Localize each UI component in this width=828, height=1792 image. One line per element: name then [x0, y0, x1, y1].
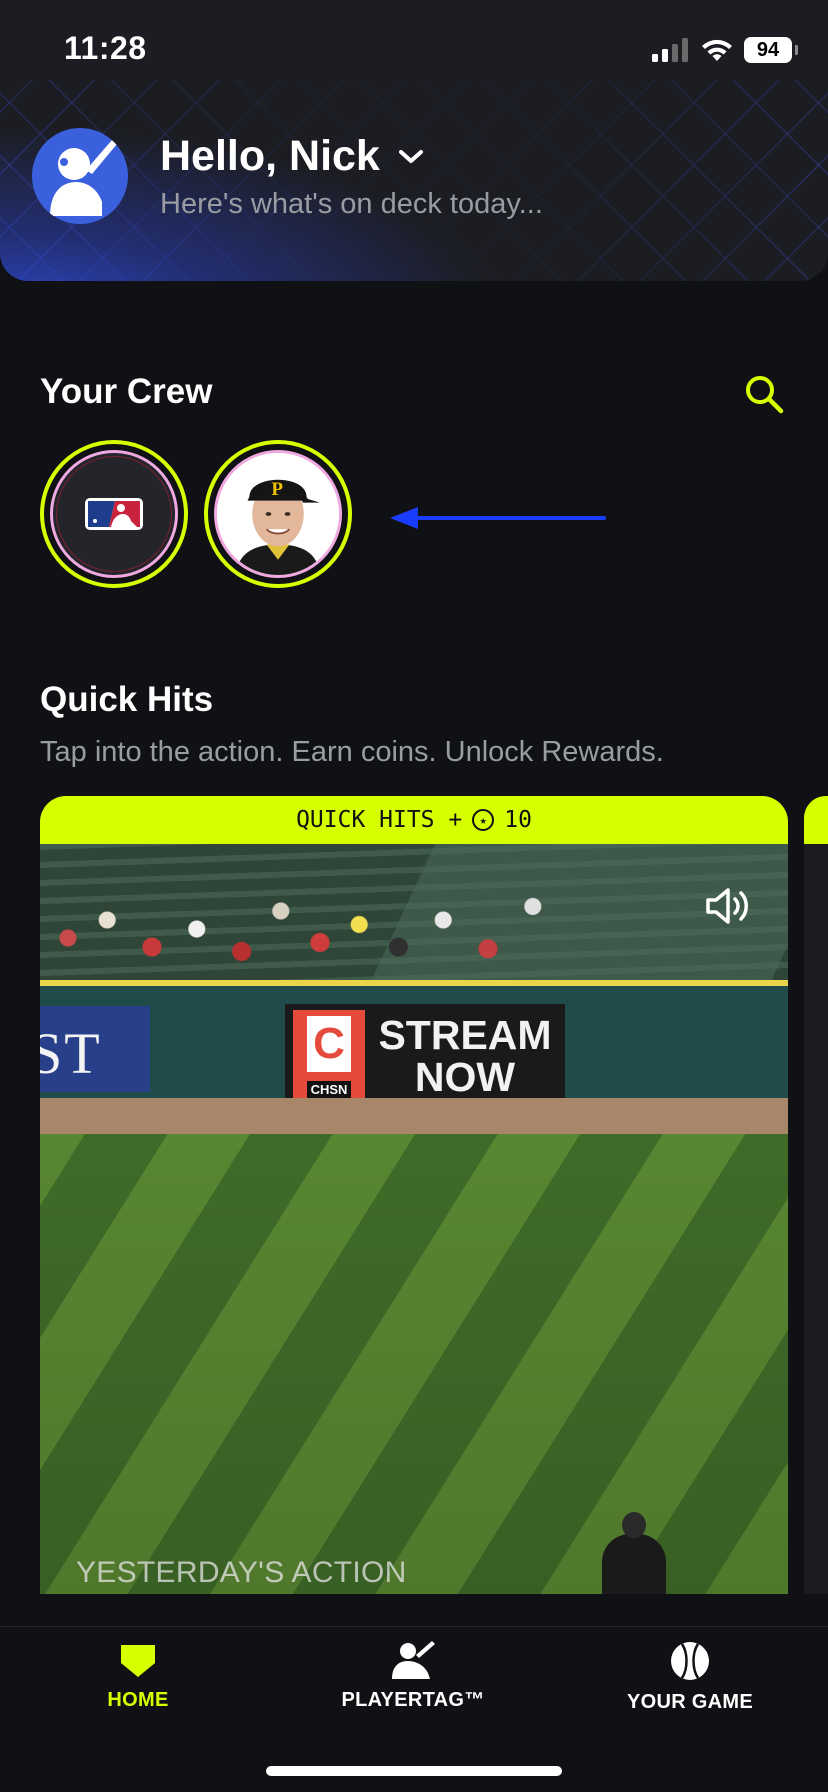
crew-list: P: [40, 440, 352, 588]
sound-toggle-button[interactable]: [704, 886, 752, 926]
profile-avatar[interactable]: [32, 128, 128, 224]
battery-indicator: 94: [744, 37, 798, 63]
greeting-text: Hello, Nick: [160, 132, 380, 180]
status-icons: 94: [650, 34, 798, 66]
tab-playertag[interactable]: PLAYERTAG™: [313, 1641, 513, 1712]
mlb-logo-icon: [85, 498, 143, 530]
video-player[interactable]: ST C CHSN STREAM NOW YESTERDAY'S ACTION: [40, 844, 788, 1594]
quick-hits-card[interactable]: QUICK HITS + ★ 10 ST C CHSN STREAM NOW Y…: [40, 796, 788, 1594]
coin-icon: ★: [472, 809, 495, 831]
player-headshot: P: [217, 453, 339, 575]
crew-item-player[interactable]: P: [204, 440, 352, 588]
crew-item-mlb[interactable]: [40, 440, 188, 588]
search-icon: [746, 376, 784, 414]
chevron-down-icon: [398, 149, 423, 163]
tab-home[interactable]: HOME: [38, 1641, 238, 1712]
annotation-arrow-icon: [390, 507, 606, 529]
ad-text: STREAM NOW: [378, 1012, 552, 1100]
header-subtitle: Here's what's on deck today...: [160, 188, 543, 220]
wifi-icon: [702, 39, 732, 61]
svg-text:P: P: [271, 479, 283, 500]
stream-now-ad: C CHSN STREAM NOW: [285, 1004, 565, 1108]
wall-sign-text: ST: [40, 1021, 102, 1086]
ad-logo-text: CHSN: [306, 1081, 352, 1098]
umpire-figure: [602, 1512, 666, 1594]
video-crowd: [40, 884, 600, 974]
chsn-logo: C CHSN: [293, 1010, 365, 1102]
warning-track: [40, 1098, 788, 1134]
quick-hits-subtitle: Tap into the action. Earn coins. Unlock …: [40, 736, 664, 768]
next-quick-hits-card[interactable]: [804, 796, 828, 1594]
cellular-signal-icon: [652, 38, 688, 62]
batter-icon: [392, 1641, 435, 1679]
tab-your-game[interactable]: YOUR GAME: [590, 1641, 790, 1714]
home-indicator[interactable]: [266, 1766, 562, 1776]
banner-label: QUICK HITS +: [296, 807, 463, 833]
crew-title: Your Crew: [40, 372, 213, 411]
quick-hits-title: Quick Hits: [40, 680, 214, 719]
outfield-grass: [40, 1134, 788, 1594]
banner-coins: 10: [504, 807, 532, 833]
tab-your-game-label: YOUR GAME: [626, 1691, 754, 1713]
speaker-icon: [706, 888, 748, 924]
tab-playertag-label: PLAYERTAG™: [341, 1689, 485, 1711]
status-time: 11:28: [64, 30, 147, 66]
video-caption: YESTERDAY'S ACTION: [76, 1556, 407, 1589]
crew-search-button[interactable]: [742, 372, 786, 416]
batter-silhouette-icon: [50, 140, 117, 216]
tab-home-label: HOME: [107, 1689, 169, 1711]
quick-hits-banner: QUICK HITS + ★ 10: [40, 796, 788, 844]
home-plate-icon: [121, 1645, 155, 1677]
baseball-icon: [671, 1642, 709, 1680]
greeting-dropdown[interactable]: Hello, Nick: [160, 132, 424, 181]
